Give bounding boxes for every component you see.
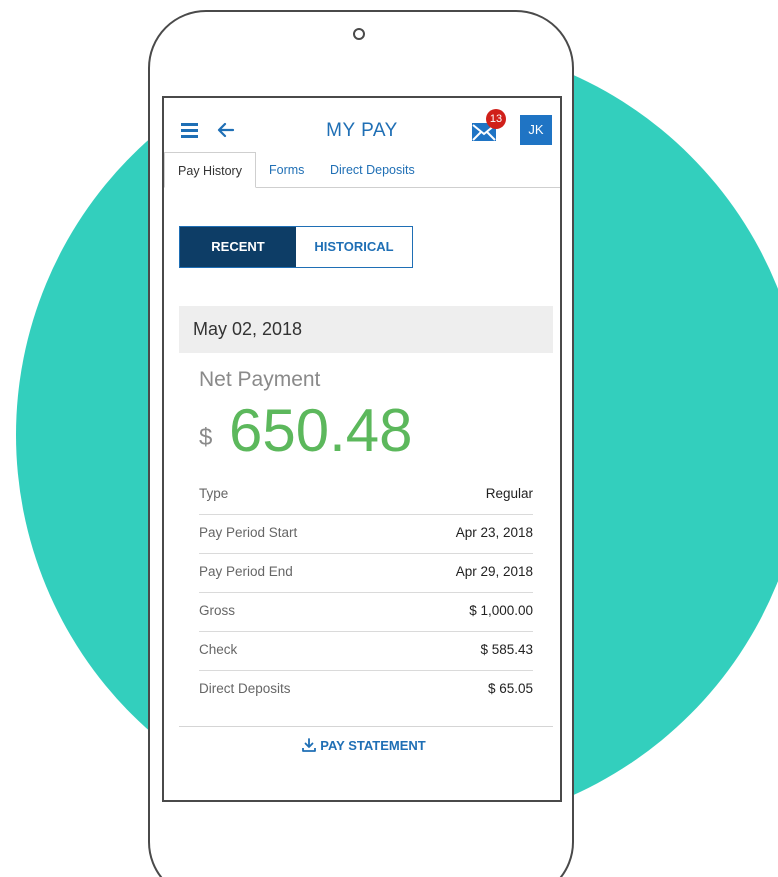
tab-forms[interactable]: Forms	[269, 152, 304, 188]
historical-button[interactable]: HISTORICAL	[296, 227, 412, 267]
tab-direct-deposits[interactable]: Direct Deposits	[330, 152, 415, 188]
detail-value: $ 585.43	[480, 642, 533, 657]
tab-pay-history[interactable]: Pay History	[164, 152, 256, 188]
detail-label: Pay Period End	[199, 564, 293, 579]
tab-bar: Pay History Forms Direct Deposits	[164, 152, 560, 188]
payment-date: May 02, 2018	[193, 319, 303, 339]
mail-count-badge: 13	[486, 109, 506, 129]
detail-label: Check	[199, 642, 238, 657]
phone-frame: MY PAY 13 JK Pay History Forms Direct De…	[148, 10, 574, 877]
camera-icon	[353, 28, 365, 40]
detail-label: Pay Period Start	[199, 525, 298, 540]
detail-row-check: Check $ 585.43	[199, 632, 533, 671]
avatar[interactable]: JK	[520, 115, 552, 145]
payment-details: Type Regular Pay Period Start Apr 23, 20…	[199, 476, 533, 709]
pay-statement-button[interactable]: PAY STATEMENT	[164, 738, 560, 753]
detail-row-pay-period-start: Pay Period Start Apr 23, 2018	[199, 515, 533, 554]
recent-historical-toggle: RECENT HISTORICAL	[179, 226, 413, 268]
detail-value: Regular	[485, 486, 533, 501]
detail-label: Type	[199, 486, 229, 501]
detail-value: $ 1,000.00	[469, 603, 533, 618]
detail-row-gross: Gross $ 1,000.00	[199, 593, 533, 632]
detail-label: Gross	[199, 603, 236, 618]
net-amount-value: 650.48	[229, 397, 413, 464]
divider	[179, 726, 553, 727]
detail-value: $ 65.05	[487, 681, 533, 696]
detail-row-direct-deposits: Direct Deposits $ 65.05	[199, 671, 533, 709]
detail-value: Apr 23, 2018	[455, 525, 533, 540]
detail-value: Apr 29, 2018	[455, 564, 533, 579]
recent-button[interactable]: RECENT	[180, 227, 296, 267]
currency-symbol: $	[199, 424, 213, 451]
detail-label: Direct Deposits	[199, 681, 291, 696]
download-icon	[302, 738, 317, 752]
net-payment-label: Net Payment	[199, 368, 321, 391]
detail-row-type: Type Regular	[199, 476, 533, 515]
app-screen: MY PAY 13 JK Pay History Forms Direct De…	[162, 96, 562, 802]
stage: MY PAY 13 JK Pay History Forms Direct De…	[0, 0, 778, 877]
detail-row-pay-period-end: Pay Period End Apr 29, 2018	[199, 554, 533, 593]
app-header: MY PAY 13 JK	[164, 98, 560, 152]
pay-statement-label: PAY STATEMENT	[320, 738, 426, 753]
payment-date-bar: May 02, 2018	[179, 306, 553, 353]
